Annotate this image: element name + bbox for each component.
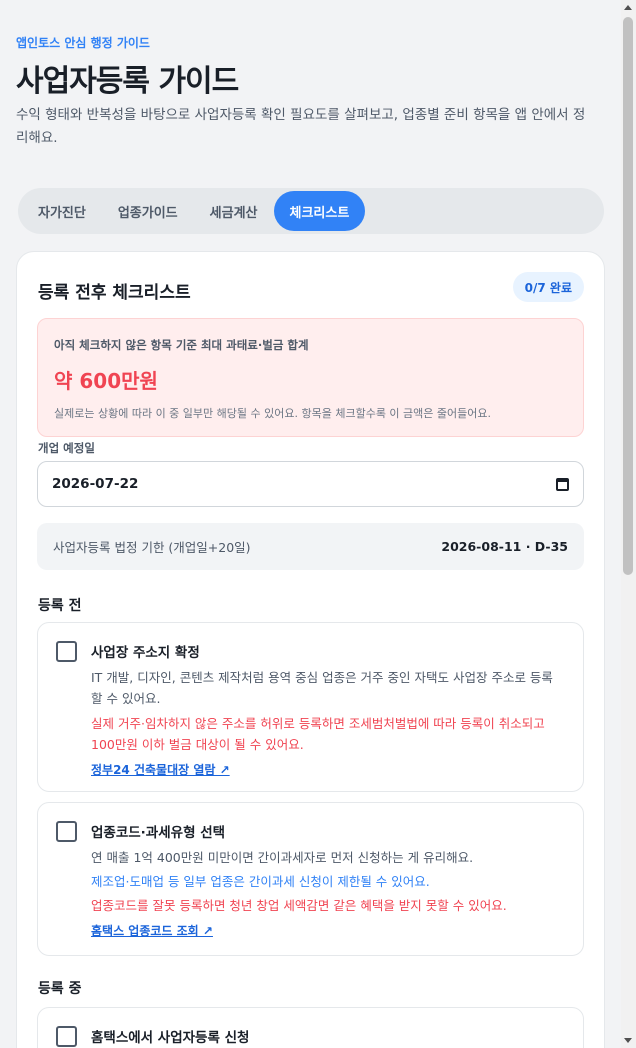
open-date-value: 2026-07-22 xyxy=(52,476,139,492)
penalty-amount: 약 600만원 xyxy=(54,369,158,393)
calendar-icon[interactable] xyxy=(556,477,569,491)
penalty-label: 아직 체크하지 않은 항목 기준 최대 과태료·벌금 합계 xyxy=(54,338,309,352)
page-description: 수익 형태와 반복성을 바탕으로 사업자등록 확인 필요도를 살펴보고, 업종별… xyxy=(16,107,586,146)
item-description: 연 매출 1억 400만원 미만이면 간이과세자로 먼저 신청하는 게 유리해요… xyxy=(91,850,474,865)
item-description: IT 개발, 디자인, 콘텐츠 제작처럼 용역 중심 업종은 거주 중인 자택도… xyxy=(91,670,553,706)
scroll-up-arrow-icon[interactable] xyxy=(624,5,632,10)
item-checkbox[interactable] xyxy=(56,641,77,662)
item-link[interactable]: 홈택스 업종코드 조회 ↗ xyxy=(91,922,213,939)
scroll-down-arrow-icon[interactable] xyxy=(624,1038,632,1043)
item-warning: 실제 거주·임차하지 않은 주소를 허위로 등록하면 조세범처벌법에 따라 등록… xyxy=(91,716,545,752)
tab-bar: 자가진단 업종가이드 세금계산 체크리스트 xyxy=(18,188,604,234)
tab-self-diagnosis[interactable]: 자가진단 xyxy=(22,191,102,231)
item-checkbox[interactable] xyxy=(56,821,77,842)
section-title-during: 등록 중 xyxy=(38,981,82,997)
deadline-box: 사업자등록 법정 기한 (개업일+20일) 2026-08-11 · D-35 xyxy=(37,523,584,570)
open-date-input[interactable]: 2026-07-22 xyxy=(37,461,584,507)
page-title: 사업자등록 가이드 xyxy=(16,64,239,99)
tab-tax-calc[interactable]: 세금계산 xyxy=(194,191,274,231)
item-title: 홈택스에서 사업자등록 신청 xyxy=(91,1030,250,1046)
item-link[interactable]: 정부24 건축물대장 열람 ↗ xyxy=(91,761,230,778)
penalty-alert: 아직 체크하지 않은 항목 기준 최대 과태료·벌금 합계 약 600만원 실제… xyxy=(37,318,584,437)
scroll-thumb[interactable] xyxy=(623,17,633,575)
penalty-note: 실제로는 상황에 따라 이 중 일부만 해당될 수 있어요. 항목을 체크할수록… xyxy=(54,407,492,420)
checklist-card: 등록 전후 체크리스트 0/7 완료 아직 체크하지 않은 항목 기준 최대 과… xyxy=(16,251,605,1048)
eyebrow-label: 앱인토스 안심 행정 가이드 xyxy=(16,36,150,50)
tab-checklist[interactable]: 체크리스트 xyxy=(273,191,366,231)
checklist-item: 업종코드·과세유형 선택 연 매출 1억 400만원 미만이면 간이과세자로 먼… xyxy=(37,802,584,956)
deadline-label: 사업자등록 법정 기한 (개업일+20일) xyxy=(53,540,251,555)
item-info: 제조업·도매업 등 일부 업종은 간이과세 신청이 제한될 수 있어요. xyxy=(91,874,430,889)
checklist-item: 홈택스에서 사업자등록 신청 xyxy=(37,1007,584,1048)
section-title-before: 등록 전 xyxy=(38,598,82,614)
checklist-item: 사업장 주소지 확정 IT 개발, 디자인, 콘텐츠 제작처럼 용역 중심 업종… xyxy=(37,622,584,792)
tab-industry-guide[interactable]: 업종가이드 xyxy=(102,191,194,231)
card-title: 등록 전후 체크리스트 xyxy=(38,283,191,303)
progress-badge: 0/7 완료 xyxy=(512,272,584,302)
open-date-label: 개업 예정일 xyxy=(38,441,95,455)
item-title: 업종코드·과세유형 선택 xyxy=(91,825,226,841)
item-checkbox[interactable] xyxy=(56,1026,77,1047)
deadline-value: 2026-08-11 · D-35 xyxy=(441,539,568,554)
item-warning: 업종코드를 잘못 등록하면 청년 창업 세액감면 같은 혜택을 받지 못할 수 … xyxy=(91,898,507,913)
item-title: 사업장 주소지 확정 xyxy=(91,645,200,661)
scrollbar[interactable] xyxy=(621,0,636,1048)
